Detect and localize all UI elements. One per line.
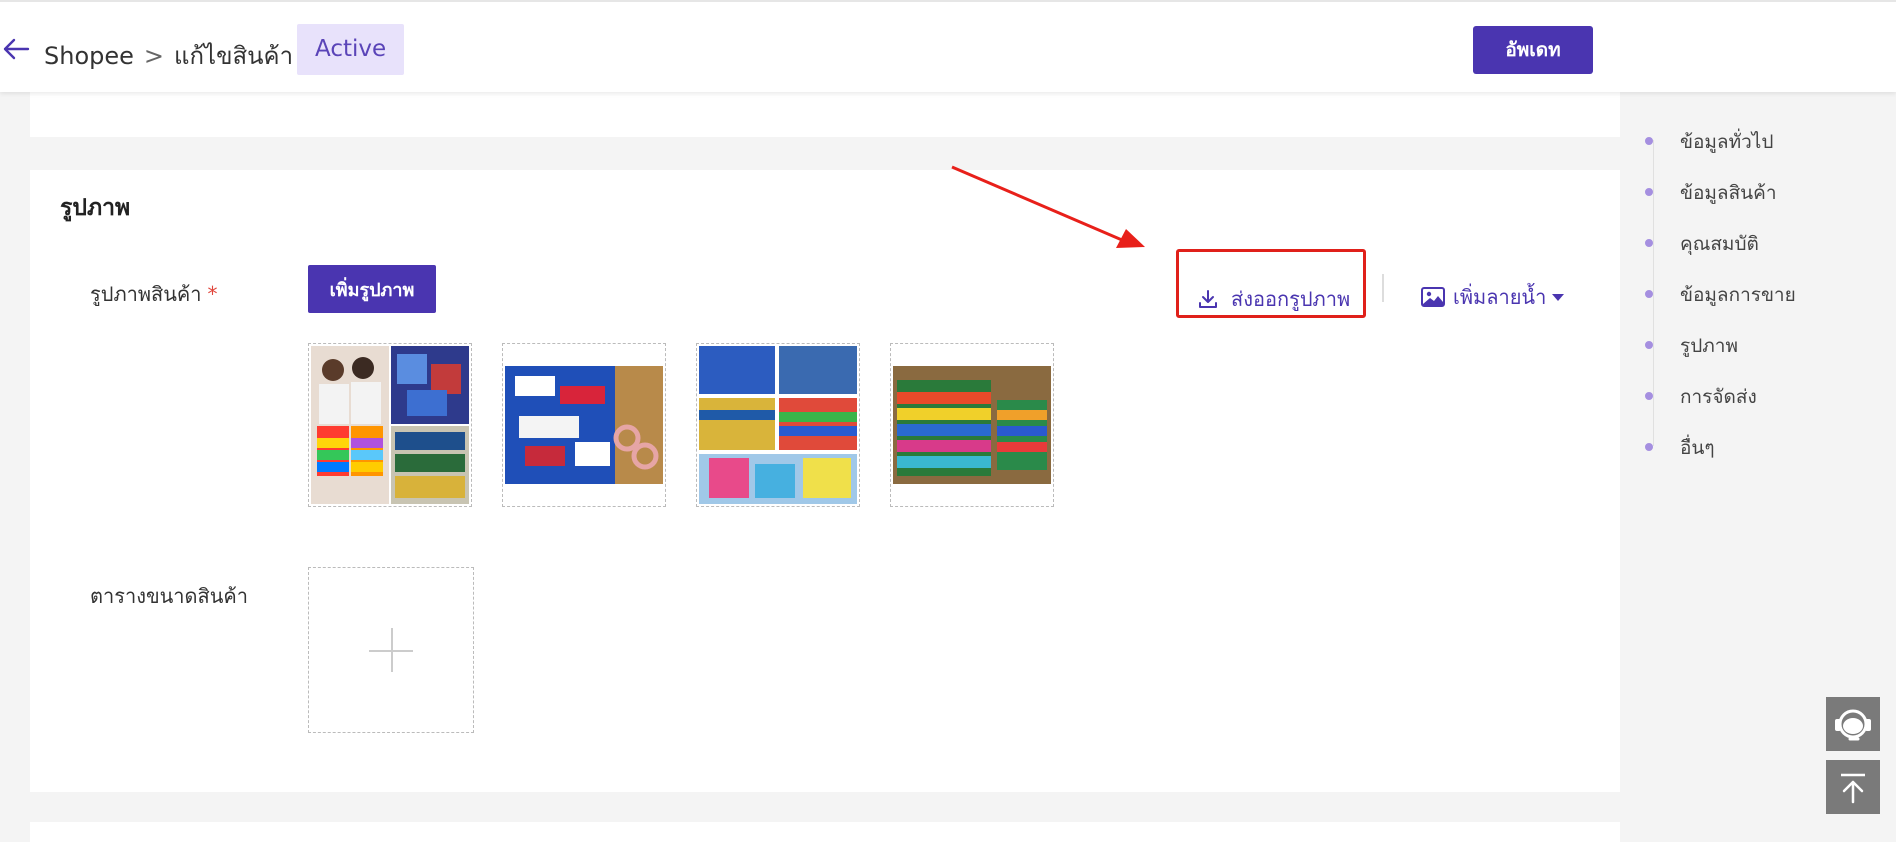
breadcrumb-separator: > — [143, 42, 165, 70]
product-image-thumb[interactable] — [696, 343, 860, 507]
product-photo — [699, 346, 857, 504]
export-images-label: ส่งออกรูปภาพ — [1231, 287, 1351, 311]
back-to-top-icon — [1841, 773, 1865, 804]
size-chart-label: ตารางขนาดสินค้า — [90, 584, 249, 608]
product-image-thumb[interactable] — [890, 343, 1054, 507]
breadcrumb-current: แก้ไขสินค้า — [174, 42, 294, 70]
shipping-panel-start — [30, 822, 1620, 842]
back-to-top-button[interactable] — [1826, 760, 1880, 814]
nav-item-other[interactable]: อื่นๆ — [1645, 433, 1715, 463]
breadcrumb-root[interactable]: Shopee — [44, 42, 134, 70]
required-mark: * — [207, 282, 218, 306]
top-header: Shopee > แก้ไขสินค้า Active อัพเดท — [0, 0, 1896, 92]
product-photo — [505, 346, 663, 504]
general-info-panel-end — [30, 92, 1620, 137]
support-button[interactable] — [1826, 697, 1880, 751]
nav-item-sales-info[interactable]: ข้อมูลการขาย — [1645, 280, 1796, 310]
download-icon — [1199, 290, 1217, 308]
nav-item-shipping[interactable]: การจัดส่ง — [1645, 382, 1757, 412]
add-image-button[interactable]: เพิ่มรูปภาพ — [308, 265, 436, 313]
section-title-images: รูปภาพ — [60, 195, 131, 221]
export-images-button[interactable]: ส่งออกรูปภาพ — [1197, 284, 1350, 314]
product-image-thumb[interactable] — [308, 343, 472, 507]
size-chart-upload[interactable] — [308, 567, 474, 733]
breadcrumb: Shopee > แก้ไขสินค้า — [44, 36, 293, 75]
product-images-label: รูปภาพสินค้า * — [90, 278, 218, 310]
divider — [1382, 274, 1384, 302]
nav-item-images[interactable]: รูปภาพ — [1645, 331, 1738, 361]
images-section: รูปภาพ รูปภาพสินค้า * เพิ่มรูปภาพ ส่งออกร… — [30, 170, 1620, 792]
chevron-down-icon — [1552, 293, 1565, 301]
nav-item-product-info[interactable]: ข้อมูลสินค้า — [1645, 178, 1777, 208]
product-image-thumb[interactable] — [502, 343, 666, 507]
product-photo — [893, 346, 1051, 504]
nav-item-attributes[interactable]: คุณสมบัติ — [1645, 229, 1759, 259]
image-icon — [1421, 287, 1445, 307]
update-button[interactable]: อัพเดท — [1473, 26, 1593, 74]
product-photo — [311, 346, 469, 504]
headset-icon — [1835, 709, 1871, 741]
back-arrow-icon[interactable] — [0, 32, 34, 66]
product-images-label-text: รูปภาพสินค้า — [90, 282, 202, 306]
status-badge: Active — [297, 24, 405, 75]
add-watermark-dropdown[interactable]: เพิ่มลายน้ำ — [1421, 282, 1565, 312]
nav-item-general[interactable]: ข้อมูลทั่วไป — [1644, 127, 1773, 157]
add-watermark-label: เพิ่มลายน้ำ — [1453, 285, 1547, 309]
